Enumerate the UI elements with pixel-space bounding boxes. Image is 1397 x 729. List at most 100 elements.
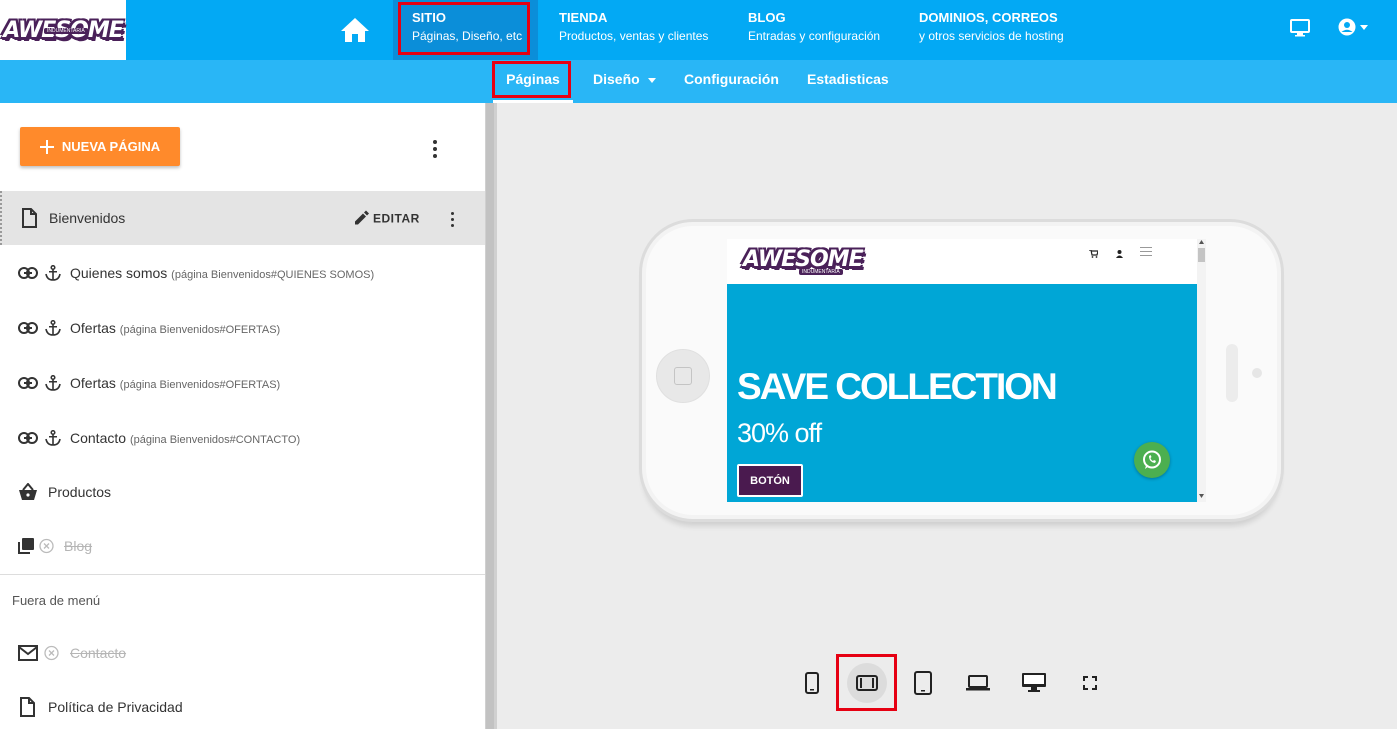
edit-label: EDITAR [373,211,420,225]
menu-icon[interactable] [1140,247,1152,256]
anchor-icon [45,320,61,336]
fullscreen-icon [1083,676,1097,690]
nav-blog[interactable]: BLOG Entradas y configuración [748,0,908,60]
preview-scrollbar[interactable] [1197,239,1206,502]
page-label: Contacto (página Bienvenidos#CONTACTO) [70,430,300,446]
account-menu[interactable] [1338,18,1368,36]
whatsapp-button[interactable] [1134,442,1170,478]
preview-hero: SAVE COLLECTION 30% off BOTÓN [727,284,1197,502]
nav-tienda[interactable]: TIENDA Productos, ventas y clientes [559,0,729,60]
link-icon [18,322,38,334]
anchor-icon [45,430,61,446]
page-label: Productos [48,484,112,500]
device-laptop-button[interactable] [958,663,998,703]
page-row[interactable]: Contacto (página Bienvenidos#CONTACTO) [0,411,485,465]
edit-button[interactable]: EDITAR [354,210,420,226]
site-preview[interactable]: AWESOME INDUMENTARIA SAVE COLLECTION 30%… [727,239,1197,502]
cancel-circle-icon [44,645,59,661]
plus-icon [39,139,54,154]
anchor-icon [45,375,61,391]
page-row[interactable]: Política de Privacidad [0,680,485,729]
page-title-text: Quienes somos [70,265,168,281]
file-icon [22,208,37,228]
page-hint: (página Bienvenidos#OFERTAS) [119,379,281,391]
logo-subtext: INDUMENTARIA [44,28,88,34]
page-row[interactable]: Contacto [0,626,485,680]
nav-dominios-title: DOMINIOS, CORREOS [919,10,1058,25]
account-icon [1338,18,1356,36]
cancel-circle-icon [39,538,54,554]
link-icon [18,267,38,279]
tablet-icon [914,671,932,695]
pages-sidebar: NUEVA PÁGINA Bienvenidos EDITAR Quienes … [0,103,485,729]
page-label: Quienes somos (página Bienvenidos#QUIENE… [70,265,374,281]
tab-diseno[interactable]: Diseño [593,60,656,103]
tab-configuracion-label: Configuración [684,71,779,87]
page-title-text: Contacto [70,430,127,446]
highlight-box [398,2,530,55]
link-icon [18,432,38,444]
page-label: Ofertas (página Bienvenidos#OFERTAS) [70,320,280,336]
scrollbar-thumb[interactable] [486,103,494,729]
phone-portrait-icon [805,672,819,694]
device-tablet-button[interactable] [903,663,943,703]
highlight-box [836,654,897,711]
page-label: Bienvenidos [49,210,126,226]
chevron-down-icon [647,77,656,83]
more-vert-icon[interactable] [446,212,458,227]
home-icon [341,18,369,42]
cart-icon[interactable] [1089,250,1098,258]
hero-subtitle: 30% off [737,418,822,448]
tab-estadisticas-label: Estadisticas [807,71,889,87]
new-page-label: NUEVA PÁGINA [61,139,161,154]
phone-home-square [674,367,692,385]
page-row[interactable]: Bienvenidos EDITAR [0,191,485,245]
preview-header: AWESOME INDUMENTARIA [727,239,1197,284]
scroll-up-arrow-icon[interactable] [1199,240,1204,244]
preview-scrollbar-thumb[interactable] [1198,248,1205,262]
page-row[interactable]: Ofertas (página Bienvenidos#OFERTAS) [0,301,485,355]
pencil-icon [355,210,369,225]
page-hint: (página Bienvenidos#QUIENES SOMOS) [171,269,375,281]
home-button[interactable] [332,0,378,60]
preview-logo-subtext: INDUMENTARIA [799,269,843,275]
brand-logo[interactable]: AWESOME INDUMENTARIA [0,0,126,60]
sidebar-scrollbar[interactable] [485,103,497,729]
tab-estadisticas[interactable]: Estadisticas [807,60,889,103]
hero-title: SAVE COLLECTION [737,366,1058,407]
nav-tienda-subtitle: Productos, ventas y clientes [559,29,709,43]
page-row[interactable]: Ofertas (página Bienvenidos#OFERTAS) [0,356,485,410]
desktop-icon[interactable] [1290,19,1310,37]
books-icon [18,538,34,554]
monitor-icon [1022,673,1046,692]
page-row[interactable]: Quienes somos (página Bienvenidos#QUIENE… [0,246,485,300]
tab-diseno-label: Diseño [593,71,640,87]
page-row[interactable]: Productos [0,465,485,519]
device-phone-portrait-button[interactable] [792,663,832,703]
page-hint: (página Bienvenidos#CONTACTO) [129,434,301,446]
chevron-down-icon [1360,24,1368,30]
tab-configuracion[interactable]: Configuración [684,60,779,103]
hero-button[interactable]: BOTÓN [737,464,803,497]
highlight-box [492,61,571,98]
new-page-button[interactable]: NUEVA PÁGINA [20,127,180,166]
whatsapp-icon [1143,450,1161,469]
mail-icon [18,645,38,661]
anchor-icon [45,265,61,281]
top-navbar: AWESOME INDUMENTARIA SITIO Páginas, Dise… [0,0,1397,60]
scroll-down-arrow-icon[interactable] [1199,494,1204,498]
fullscreen-button[interactable] [1070,663,1110,703]
page-label: Contacto [70,645,127,661]
more-vert-icon[interactable] [429,140,441,158]
sub-navbar: Páginas Diseño Configuración Estadistica… [0,60,1397,103]
off-menu-heading: Fuera de menú [12,593,101,608]
page-hint: (página Bienvenidos#OFERTAS) [119,324,281,336]
nav-dominios[interactable]: DOMINIOS, CORREOS y otros servicios de h… [919,0,1099,60]
page-title-text: Ofertas [70,375,116,391]
page-row[interactable]: Blog [0,519,485,573]
device-desktop-button[interactable] [1014,663,1054,703]
user-icon[interactable] [1116,250,1123,258]
file-icon [20,697,35,717]
link-icon [18,377,38,389]
phone-speaker [1226,344,1238,402]
